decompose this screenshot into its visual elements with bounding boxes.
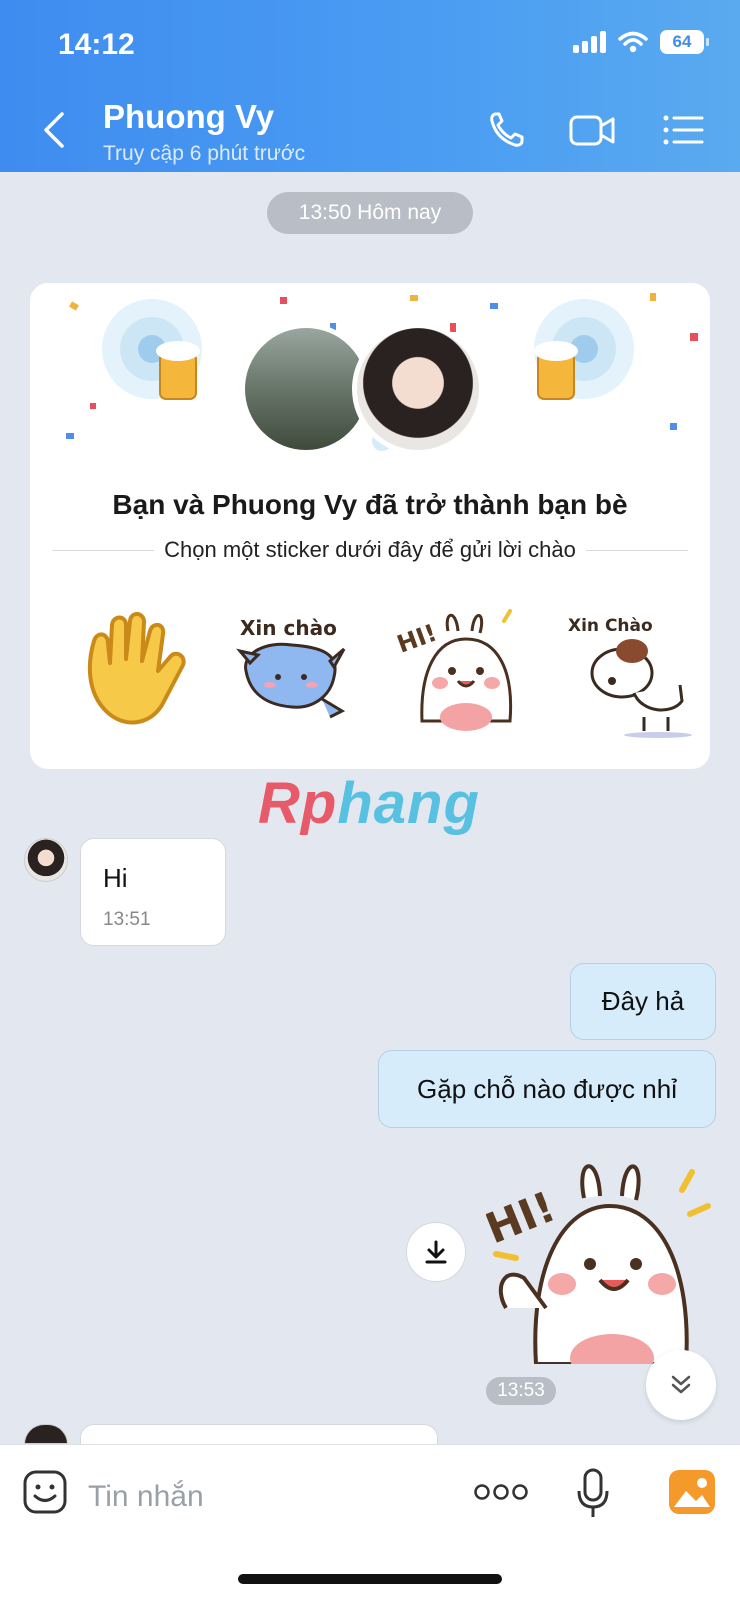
- sticker-time: 13:53: [486, 1377, 556, 1405]
- message-text: Gặp chỗ nào được nhỉ: [417, 1073, 677, 1104]
- more-icon[interactable]: [474, 1483, 528, 1501]
- sent-sticker-hi-bunny[interactable]: HI!: [486, 1148, 720, 1364]
- chat-header: 14:12 64 Phuong Vy Truy cập 6 phút trước: [0, 0, 740, 172]
- scroll-down-icon: [671, 1375, 691, 1394]
- incoming-message-bubble[interactable]: Hi 13:51: [80, 838, 226, 946]
- menu-icon[interactable]: [660, 108, 708, 152]
- wifi-icon: [618, 31, 648, 53]
- friend-card-subtitle-row: Chọn một sticker dưới đây để gửi lời chà…: [52, 537, 688, 563]
- home-indicator: [238, 1574, 502, 1584]
- divider-line: [52, 549, 155, 551]
- battery-icon: 64: [660, 30, 709, 54]
- signal-icon: [573, 31, 606, 53]
- download-button[interactable]: [406, 1222, 466, 1282]
- image-icon[interactable]: [668, 1469, 716, 1515]
- watermark-logo: Rphang: [258, 770, 480, 837]
- contact-avatar-small[interactable]: [24, 1424, 68, 1444]
- sticker-xin-chao-dog-text: Xin Chào: [568, 616, 653, 636]
- message-text: Đây hả: [601, 986, 685, 1016]
- divider-line: [585, 549, 688, 551]
- contact-name[interactable]: Phuong Vy: [103, 98, 274, 136]
- status-time: 14:12: [58, 28, 135, 61]
- scroll-down-button[interactable]: [646, 1350, 716, 1420]
- outgoing-message-bubble[interactable]: Đây hả: [570, 963, 716, 1040]
- emoji-icon[interactable]: [22, 1469, 68, 1515]
- last-seen-status: Truy cập 6 phút trước: [103, 142, 306, 165]
- outgoing-message-bubble[interactable]: Gặp chỗ nào được nhỉ: [378, 1050, 716, 1128]
- sent-sticker-text: HI!: [486, 1182, 562, 1254]
- sticker-xin-chao-dog[interactable]: Xin Chào: [562, 601, 702, 741]
- sticker-xin-chao-text: Xin chào: [240, 616, 337, 640]
- download-icon: [425, 1240, 447, 1264]
- back-icon[interactable]: [36, 108, 76, 152]
- sticker-xin-chao-cat[interactable]: Xin chào: [222, 601, 362, 741]
- message-time: 13:51: [103, 909, 151, 930]
- message-input[interactable]: [88, 1477, 428, 1517]
- watermark-part1: Rp: [258, 771, 338, 836]
- sticker-hi-text: HI!: [393, 619, 440, 659]
- friend-added-card: Bạn và Phuong Vy đã trở thành bạn bè Chọ…: [30, 283, 710, 769]
- sticker-hi-bunny[interactable]: HI!: [392, 601, 532, 741]
- phone-icon[interactable]: [484, 108, 532, 152]
- contact-avatar-small[interactable]: [24, 838, 68, 882]
- watermark-part2: hang: [337, 771, 480, 836]
- friend-card-subtitle: Chọn một sticker dưới đây để gửi lời chà…: [164, 537, 576, 562]
- contact-avatar: [352, 323, 484, 455]
- microphone-icon[interactable]: [576, 1467, 610, 1519]
- date-divider: 13:50 Hôm nay: [267, 192, 473, 234]
- message-text: Hi: [103, 863, 128, 893]
- video-icon[interactable]: [568, 108, 616, 152]
- status-icons: 64: [573, 30, 709, 54]
- sticker-waving-hand[interactable]: [66, 601, 206, 741]
- friend-card-title: Bạn và Phuong Vy đã trở thành bạn bè: [112, 489, 628, 520]
